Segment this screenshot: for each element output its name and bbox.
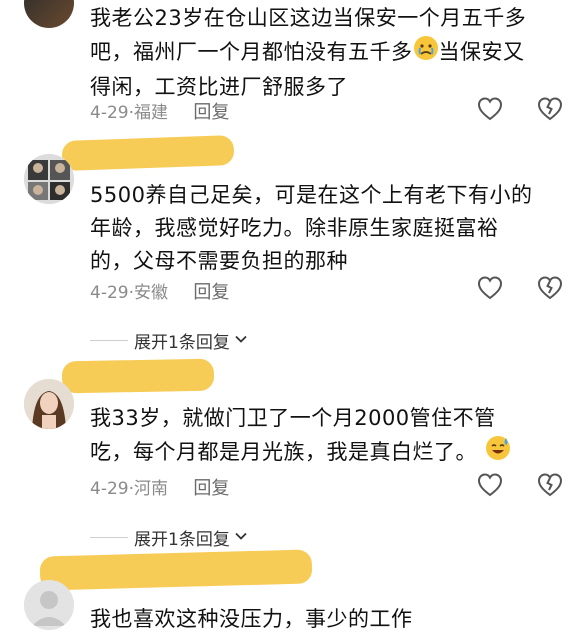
dislike-broken-heart-icon[interactable] — [536, 471, 564, 499]
redaction-highlight — [61, 358, 215, 394]
comment-text: 5500养自己足矣，可是在这个上有老下有小的 年龄，我感觉好吃力。除非原生家庭挺… — [90, 179, 560, 278]
comment-meta: 4-29·河南 回复 — [90, 478, 230, 499]
sweat-smile-emoji-icon — [485, 435, 511, 471]
comment-line: 吧，福州厂一个月都怕没有五千多 当保安又 — [90, 35, 560, 71]
redaction-highlight — [61, 135, 235, 171]
expand-replies-label: 展开1条回复 — [134, 333, 230, 353]
comment-location: 河南 — [134, 479, 168, 499]
comment-location: 福建 — [134, 103, 168, 123]
like-heart-icon[interactable] — [476, 471, 504, 499]
comment-date: 4-29 — [90, 103, 129, 123]
divider-line — [90, 537, 128, 538]
reply-button[interactable]: 回复 — [193, 478, 229, 499]
like-heart-icon[interactable] — [476, 274, 504, 302]
comment-line: 我老公23岁在仓山区这边当保安一个月五千多 — [90, 6, 527, 30]
like-heart-icon[interactable] — [476, 95, 504, 123]
comment-meta: 4-29·福建 回复 — [90, 102, 230, 123]
comment-line: 我也喜欢这种没压力，事少的工作 — [90, 607, 413, 631]
expand-replies-button[interactable]: 展开1条回复 — [90, 328, 248, 353]
redaction-highlight — [39, 549, 313, 591]
comment-location: 安徽 — [134, 283, 168, 303]
comment-line: 年龄，我感觉好吃力。除非原生家庭挺富裕 — [90, 216, 499, 240]
dislike-broken-heart-icon[interactable] — [536, 274, 564, 302]
divider-line — [90, 340, 128, 341]
chevron-down-icon — [234, 331, 248, 350]
reply-button[interactable]: 回复 — [193, 102, 229, 123]
expand-replies-label: 展开1条回复 — [134, 530, 230, 550]
comment-line: 吃，每个月都是月光族，我是真白烂了。 — [90, 435, 560, 471]
reply-button[interactable]: 回复 — [193, 282, 229, 303]
avatar[interactable] — [24, 379, 74, 429]
avatar[interactable] — [24, 154, 74, 204]
comment-text: 我老公23岁在仓山区这边当保安一个月五千多 吧，福州厂一个月都怕没有五千多 当保安… — [90, 2, 560, 104]
avatar[interactable] — [24, 0, 74, 28]
comment-text: 我33岁，就做门卫了一个月2000管住不管 吃，每个月都是月光族，我是真白烂了。 — [90, 402, 560, 471]
comment-text: 我也喜欢这种没压力，事少的工作 — [90, 603, 560, 636]
avatar[interactable] — [24, 580, 74, 630]
dislike-broken-heart-icon[interactable] — [536, 95, 564, 123]
comment-date: 4-29 — [90, 479, 129, 499]
chevron-down-icon — [234, 528, 248, 547]
expand-replies-button[interactable]: 展开1条回复 — [90, 525, 248, 550]
comment-date: 4-29 — [90, 283, 129, 303]
comment-line: 我33岁，就做门卫了一个月2000管住不管 — [90, 406, 496, 430]
comment-meta: 4-29·安徽 回复 — [90, 282, 230, 303]
comment-line: 5500养自己足矣，可是在这个上有老下有小的 — [90, 183, 533, 207]
sad-face-emoji-icon — [413, 35, 439, 71]
